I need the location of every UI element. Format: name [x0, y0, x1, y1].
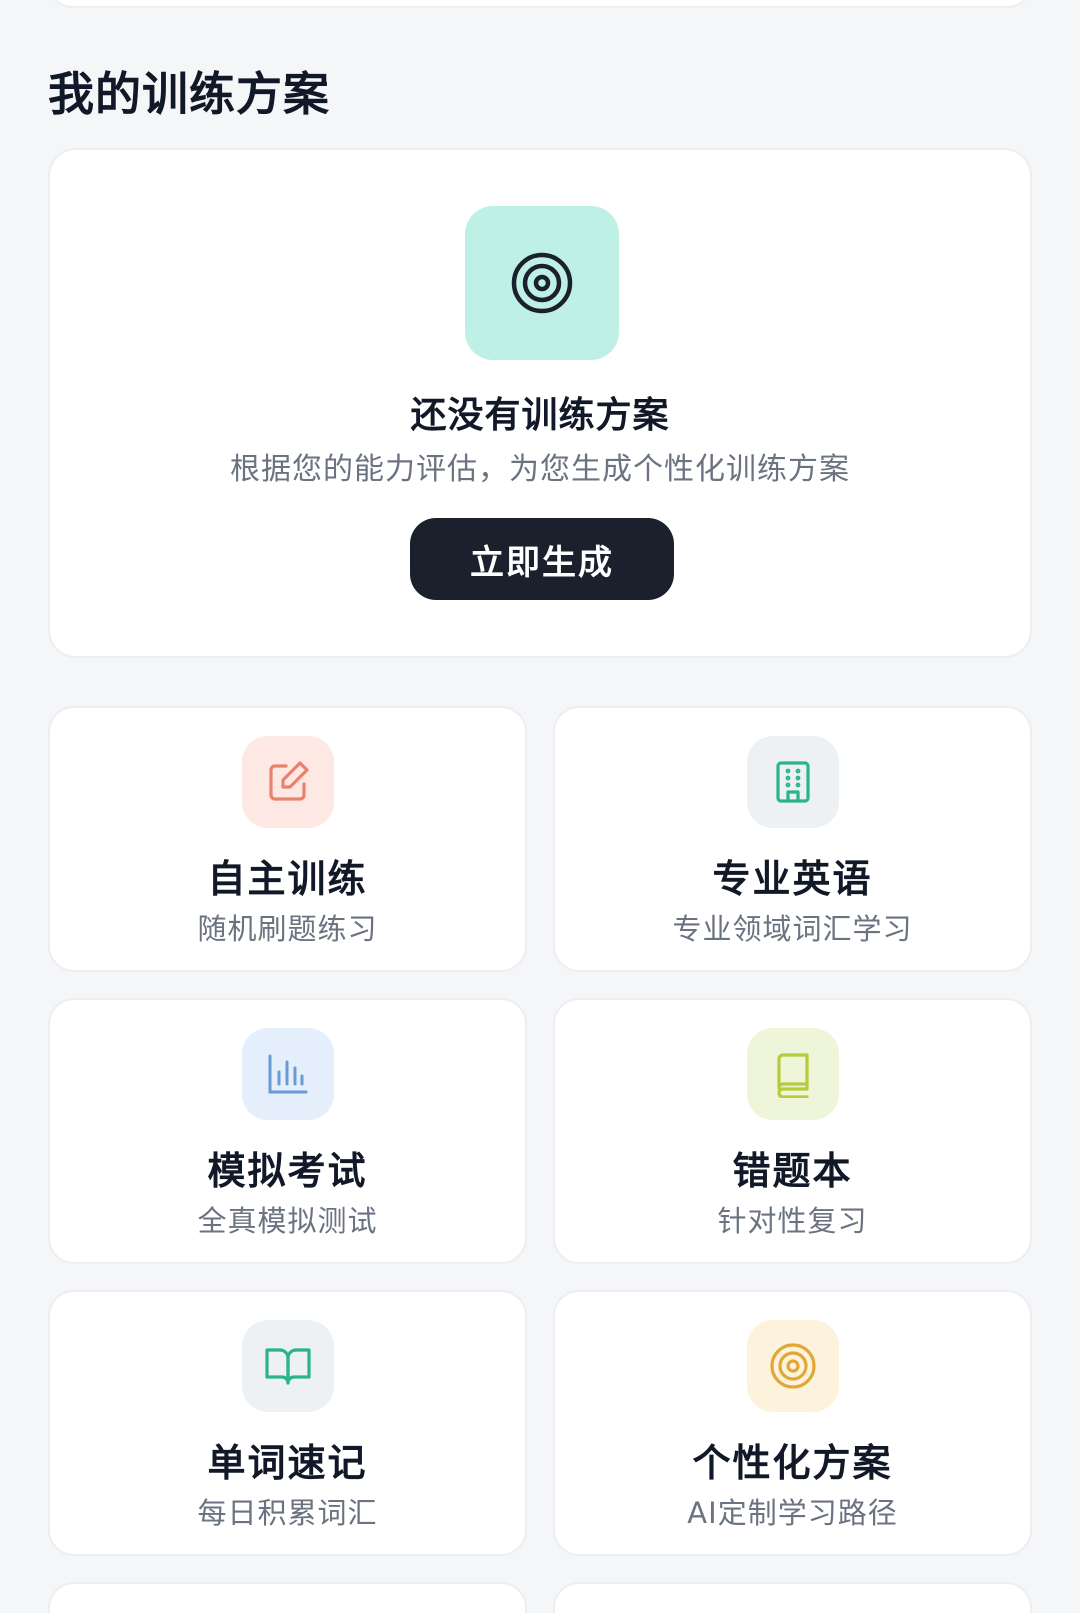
feature-tile-partial[interactable] — [553, 1582, 1032, 1613]
edit-icon — [241, 736, 334, 828]
feature-subtitle: 随机刷题练习 — [197, 912, 378, 946]
open-book-icon — [241, 1320, 334, 1412]
feature-title: 单词速记 — [207, 1441, 368, 1485]
feature-tile-vocabulary[interactable]: 单词速记 每日积累词汇 — [48, 1290, 527, 1556]
generate-plan-button[interactable]: 立即生成 — [410, 518, 674, 600]
feature-grid: 自主训练 随机刷题练习 专业英语 专业领域词汇学习 模拟考试 全真模拟测试 错题… — [48, 706, 1032, 1556]
target-icon — [746, 1320, 839, 1412]
book-icon — [746, 1028, 839, 1120]
building-icon — [746, 736, 839, 828]
feature-tile-self-training[interactable]: 自主训练 随机刷题练习 — [48, 706, 527, 972]
feature-tile-mistake-book[interactable]: 错题本 针对性复习 — [553, 998, 1032, 1264]
previous-card — [48, 0, 1032, 8]
feature-title: 个性化方案 — [692, 1441, 893, 1485]
feature-title: 专业英语 — [712, 857, 873, 901]
feature-subtitle: 每日积累词汇 — [197, 1496, 378, 1530]
section-title: 我的训练方案 — [48, 67, 330, 121]
bar-chart-icon — [241, 1028, 334, 1120]
plan-heading: 还没有训练方案 — [410, 395, 670, 436]
feature-title: 模拟考试 — [207, 1149, 368, 1193]
training-plan-card: 还没有训练方案 根据您的能力评估，为您生成个性化训练方案 立即生成 — [48, 148, 1032, 658]
feature-tile-mock-exam[interactable]: 模拟考试 全真模拟测试 — [48, 998, 527, 1264]
feature-tile-professional-english[interactable]: 专业英语 专业领域词汇学习 — [553, 706, 1032, 972]
plan-description: 根据您的能力评估，为您生成个性化训练方案 — [230, 452, 850, 487]
feature-subtitle: 全真模拟测试 — [197, 1204, 378, 1238]
feature-subtitle: 专业领域词汇学习 — [672, 912, 913, 946]
feature-subtitle: AI定制学习路径 — [687, 1496, 898, 1530]
feature-title: 自主训练 — [207, 857, 368, 901]
training-page: 我的训练方案 还没有训练方案 根据您的能力评估，为您生成个性化训练方案 立即生成… — [0, 0, 1080, 1613]
feature-tile-personalized-plan[interactable]: 个性化方案 AI定制学习路径 — [553, 1290, 1032, 1556]
feature-title: 错题本 — [732, 1149, 853, 1193]
target-icon — [465, 206, 619, 360]
feature-tile-partial[interactable] — [48, 1582, 527, 1613]
feature-subtitle: 针对性复习 — [717, 1204, 868, 1238]
